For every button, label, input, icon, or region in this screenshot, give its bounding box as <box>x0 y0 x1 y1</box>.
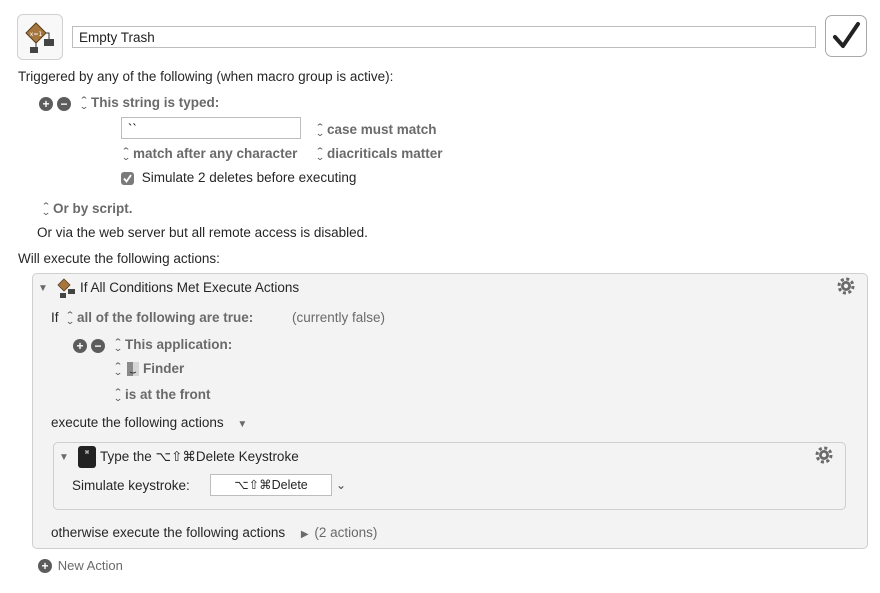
plus-icon: + <box>73 339 87 353</box>
macro-icon: x=1 <box>17 14 63 60</box>
typed-string-input[interactable] <box>121 117 301 139</box>
updown-icon: ⌃ ⌄ <box>113 361 123 378</box>
svg-text:⌘: ⌘ <box>85 450 90 456</box>
disclosure-triangle-icon: ▼ <box>237 419 248 430</box>
plus-icon: + <box>39 97 53 111</box>
app-state-popup[interactable]: ⌃ ⌄ is at the front <box>113 387 211 404</box>
minus-icon: − <box>91 339 105 353</box>
case-match-popup[interactable]: ⌃ ⌄ case must match <box>315 122 437 139</box>
type-action-gear-icon[interactable] <box>814 445 834 468</box>
svg-text:x=1: x=1 <box>30 31 43 38</box>
add-condition-button[interactable]: + <box>73 338 87 353</box>
updown-icon: ⌃ ⌄ <box>65 310 75 327</box>
condition-state: (currently false) <box>292 310 386 325</box>
simulate-deletes-checkbox[interactable]: Simulate 2 deletes before executing <box>121 170 356 185</box>
match-after-label: match after any character <box>133 146 298 161</box>
new-action-button[interactable]: + New Action <box>38 558 123 573</box>
updown-icon: ⌃ ⌄ <box>121 146 131 163</box>
case-match-label: case must match <box>327 122 437 137</box>
new-action-label: New Action <box>57 558 123 573</box>
simulate-deletes-label: Simulate 2 deletes before executing <box>141 170 357 185</box>
type-action-title: Type the ⌥⇧⌘Delete Keystroke <box>100 449 299 464</box>
web-server-text: Or via the web server but all remote acc… <box>37 225 368 240</box>
condition-type-popup[interactable]: ⌃ ⌄ This application: <box>113 337 233 354</box>
app-state-label: is at the front <box>125 387 211 402</box>
keystroke-options-chevron-icon[interactable]: ⌄ <box>336 478 346 492</box>
updown-icon: ⌃ ⌄ <box>79 95 89 112</box>
actions-heading: Will execute the following actions: <box>18 251 220 266</box>
keyboard-icon: ⌘ <box>78 446 96 471</box>
updown-icon: ⌃ ⌄ <box>315 146 325 163</box>
script-trigger-popup[interactable]: ⌃ ⌄ Or by script. <box>41 201 133 218</box>
macro-enabled-checkbox[interactable] <box>825 15 867 57</box>
updown-icon: ⌃ ⌄ <box>113 387 123 404</box>
updown-icon: ⌃ ⌄ <box>113 337 123 354</box>
simulate-keystroke-label: Simulate keystroke: <box>72 478 190 493</box>
execute-actions-label[interactable]: execute the following actions ▼ <box>51 415 247 430</box>
trigger-type-popup[interactable]: ⌃ ⌄ This string is typed: <box>79 95 220 112</box>
trigger-type-label: This string is typed: <box>91 95 220 110</box>
remove-trigger-button[interactable]: − <box>57 96 71 111</box>
match-after-popup[interactable]: ⌃ ⌄ match after any character <box>121 146 298 163</box>
condition-mode-popup[interactable]: ⌃ ⌄ all of the following are true: <box>65 310 254 327</box>
remove-condition-button[interactable]: − <box>91 338 105 353</box>
keystroke-field[interactable]: ⌥⇧⌘Delete <box>210 474 332 496</box>
disclosure-triangle-icon[interactable]: ▼ <box>59 452 69 463</box>
if-action-gear-icon[interactable] <box>836 276 856 299</box>
finder-icon <box>127 362 139 377</box>
disclosure-collapsed-icon: ▶ <box>300 529 309 540</box>
updown-icon: ⌃ ⌄ <box>41 201 51 218</box>
otherwise-actions-label[interactable]: otherwise execute the following actions … <box>51 525 377 540</box>
if-word: If <box>51 310 59 325</box>
if-action-title: If All Conditions Met Execute Actions <box>80 280 300 295</box>
plus-icon: + <box>38 559 52 573</box>
if-action-icon <box>55 277 77 302</box>
minus-icon: − <box>57 97 71 111</box>
diacriticals-popup[interactable]: ⌃ ⌄ diacriticals matter <box>315 146 443 163</box>
add-trigger-button[interactable]: + <box>39 96 53 111</box>
script-trigger-label: Or by script. <box>53 201 133 216</box>
checkmark-icon <box>833 22 860 48</box>
application-label: Finder <box>143 361 185 376</box>
trigger-heading: Triggered by any of the following (when … <box>18 69 394 84</box>
disclosure-triangle-icon[interactable]: ▼ <box>38 283 48 294</box>
application-popup[interactable]: ⌃ ⌄ Finder <box>113 361 185 378</box>
condition-type-label: This application: <box>125 337 233 352</box>
macro-name-input[interactable] <box>72 26 816 48</box>
condition-mode-label: all of the following are true: <box>77 310 254 325</box>
updown-icon: ⌃ ⌄ <box>315 122 325 139</box>
diacriticals-label: diacriticals matter <box>327 146 443 161</box>
checkbox-checked-icon <box>121 171 134 185</box>
otherwise-action-count: (2 actions) <box>314 525 378 540</box>
